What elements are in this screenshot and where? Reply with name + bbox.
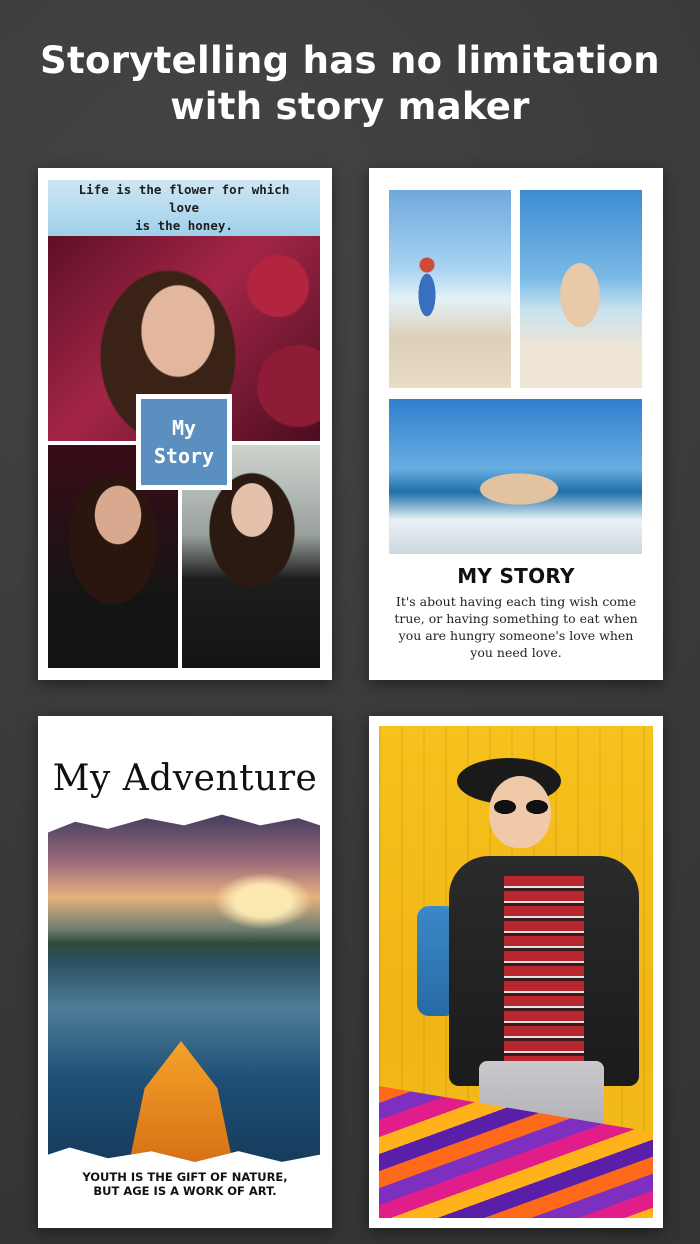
photo-child-beach xyxy=(389,190,511,388)
photo-woman-beach-kick xyxy=(389,399,642,554)
story-template-card-2[interactable]: MY STORY It's about having each ting wis… xyxy=(369,168,663,680)
badge-line-1: My xyxy=(171,416,197,440)
headline-line-2: with story maker xyxy=(170,85,530,128)
sunglasses-icon xyxy=(493,800,549,814)
plaid-shirt-shape xyxy=(504,876,584,1066)
story-body-text: It's about having each ting wish come tr… xyxy=(394,594,638,660)
story-template-card-4[interactable] xyxy=(369,716,663,1228)
adventure-title: My Adventure xyxy=(52,758,318,799)
adventure-caption: YOUTH IS THE GIFT OF NATURE, BUT AGE IS … xyxy=(38,1170,332,1198)
quote-line-1: Life is the flower for which love xyxy=(78,182,290,215)
quote-line-2: is the honey. xyxy=(135,218,233,233)
badge-line-2: Story xyxy=(153,444,215,468)
my-story-badge: My Story xyxy=(136,394,232,490)
photo-woman-swing xyxy=(520,190,642,388)
caption-line-1: YOUTH IS THE GIFT OF NATURE, xyxy=(82,1170,288,1184)
photo-lake-mountains-boat xyxy=(48,814,320,1162)
quote-banner: Life is the flower for which love is the… xyxy=(48,180,320,236)
boat-shape xyxy=(126,1041,236,1162)
story-template-card-1[interactable]: Life is the flower for which love is the… xyxy=(38,168,332,680)
story-template-card-3[interactable]: My Adventure YOUTH IS THE GIFT OF NATURE… xyxy=(38,716,332,1228)
headline-line-1: Storytelling has no limitation xyxy=(40,39,660,82)
story-title: MY STORY xyxy=(457,564,575,588)
caption-line-2: BUT AGE IS A WORK OF ART. xyxy=(93,1184,277,1198)
headline: Storytelling has no limitation with stor… xyxy=(0,38,700,130)
